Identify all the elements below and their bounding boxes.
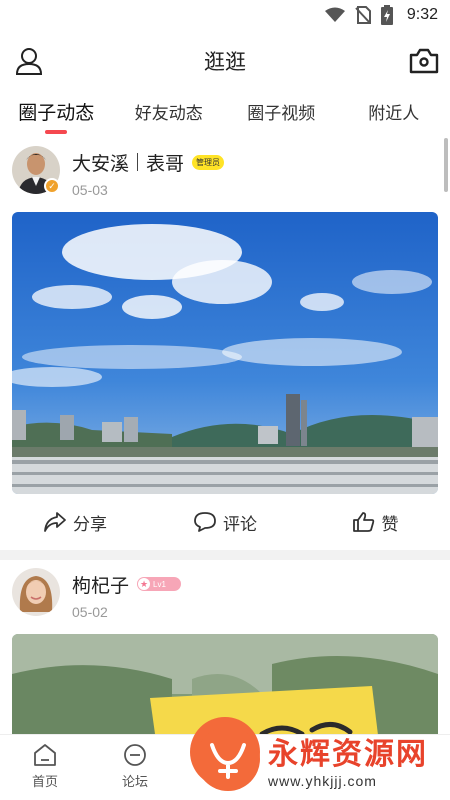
- like-label: 赞: [381, 514, 399, 534]
- active-tab-indicator: [45, 130, 68, 134]
- author-line: 大安溪 表哥 管理员: [72, 149, 225, 176]
- level-text: Lv1: [153, 579, 166, 589]
- avatar-image: [12, 568, 60, 616]
- divider: [137, 153, 139, 171]
- nav-home-label: 首页: [31, 774, 58, 789]
- post-date: 05-03: [72, 182, 108, 198]
- avatar[interactable]: [12, 568, 60, 616]
- nav-forum[interactable]: 论坛: [90, 735, 180, 800]
- star-icon: ★: [138, 578, 151, 590]
- camera-button[interactable]: [408, 46, 440, 76]
- status-time: 9:32: [406, 6, 438, 23]
- post-header: ✓ 大安溪 表哥 管理员 05-03: [0, 138, 450, 212]
- level-badge: ★ Lv1: [137, 577, 182, 591]
- watermark-text: 永辉资源网 www.yhkjjj.com: [268, 729, 428, 789]
- tab-nearby[interactable]: 附近人: [338, 92, 450, 136]
- battery-icon: [380, 5, 393, 25]
- tab-circle-feed[interactable]: 圈子动态: [0, 92, 113, 136]
- author-name[interactable]: 枸杞子: [72, 571, 129, 598]
- share-label: 分享: [73, 514, 107, 534]
- author-alias: 表哥: [146, 153, 185, 175]
- post-date: 05-02: [72, 604, 108, 620]
- home-icon: [34, 744, 56, 766]
- page-title: 逛逛: [204, 51, 246, 74]
- app-header: 逛逛: [0, 36, 450, 86]
- admin-badge: 管理员: [192, 154, 225, 170]
- nav-home[interactable]: 首页: [0, 735, 90, 800]
- watermark-logo-mark: [210, 743, 246, 779]
- verified-icon: ✓: [44, 178, 60, 194]
- post-image[interactable]: [12, 212, 438, 494]
- share-button[interactable]: 分享: [0, 510, 150, 535]
- tab-bar: 圈子动态 好友动态 圈子视频 附近人: [0, 92, 450, 136]
- post-actions: 分享 评论 赞: [0, 494, 450, 550]
- watermark-title: 永辉资源网: [268, 738, 428, 771]
- profile-button[interactable]: [14, 46, 44, 76]
- comment-icon: [194, 512, 216, 532]
- watermark-logo-icon: [196, 727, 260, 791]
- watermark: 永辉资源网 www.yhkjjj.com: [196, 722, 446, 796]
- author-line: 枸杞子 ★ Lv1: [72, 571, 182, 598]
- thumbs-up-icon: [352, 512, 374, 532]
- no-sim-icon: [355, 6, 371, 24]
- user-icon: [15, 48, 43, 75]
- tab-label: 圈子动态: [18, 103, 95, 124]
- tab-label: 圈子视频: [247, 104, 316, 123]
- tab-label: 附近人: [368, 104, 420, 123]
- nav-forum-label: 论坛: [121, 774, 148, 789]
- tab-label: 好友动态: [134, 104, 203, 123]
- wifi-icon: [324, 7, 345, 22]
- scrollbar[interactable]: [444, 138, 448, 192]
- status-bar: 9:32: [0, 0, 450, 30]
- post-card: ✓ 大安溪 表哥 管理员 05-03 分享 评论 赞: [0, 138, 450, 550]
- comment-button[interactable]: 评论: [150, 510, 300, 535]
- comment-label: 评论: [223, 514, 257, 534]
- camera-icon: [409, 48, 439, 74]
- post-header: 枸杞子 ★ Lv1 05-02: [0, 560, 450, 634]
- share-icon: [44, 512, 66, 532]
- author-name[interactable]: 大安溪: [72, 149, 129, 176]
- post-separator: [0, 550, 450, 560]
- forum-icon: [124, 744, 146, 766]
- tab-circle-videos[interactable]: 圈子视频: [225, 92, 338, 136]
- like-button[interactable]: 赞: [300, 510, 450, 535]
- post-card: 枸杞子 ★ Lv1 05-02: [0, 560, 450, 734]
- tab-friends-feed[interactable]: 好友动态: [113, 92, 226, 136]
- watermark-url: www.yhkjjj.com: [268, 773, 377, 789]
- feed-list[interactable]: ✓ 大安溪 表哥 管理员 05-03 分享 评论 赞 枸杞子 ★ Lv1 05-…: [0, 138, 450, 734]
